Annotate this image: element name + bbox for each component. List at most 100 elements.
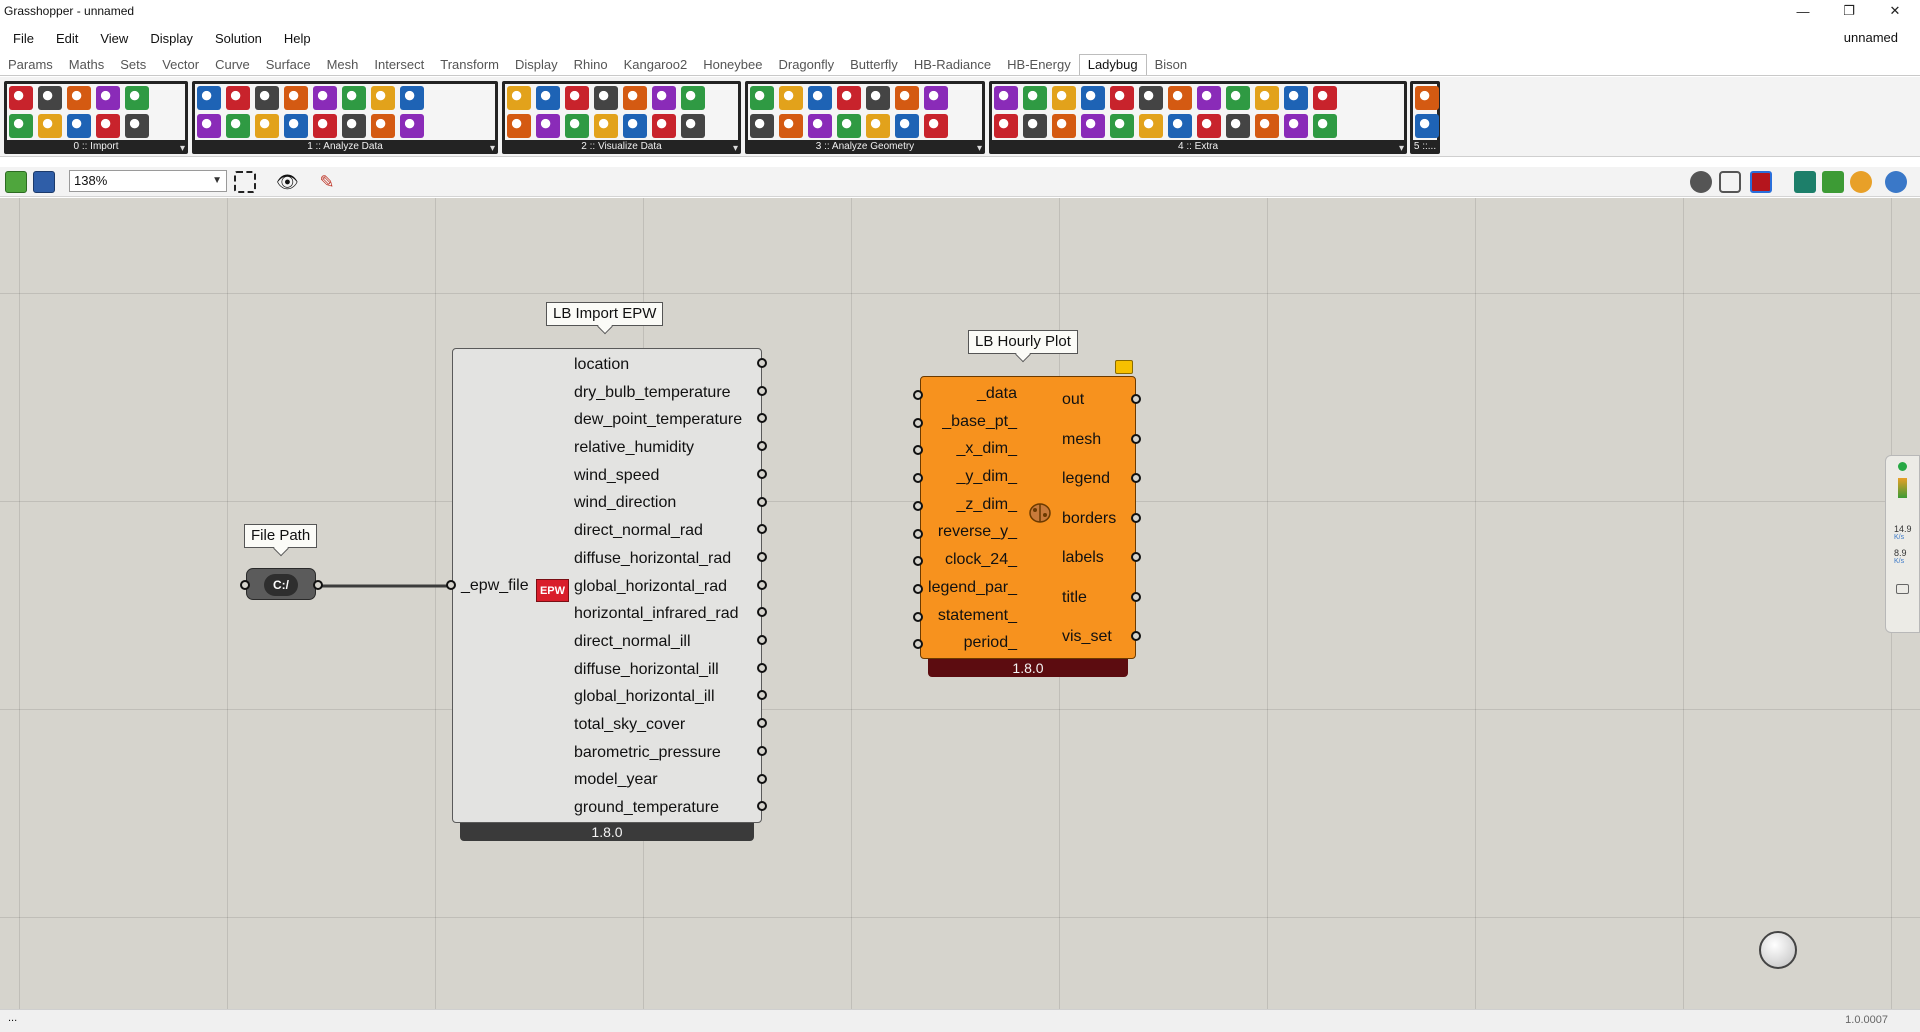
component-icon[interactable] (1081, 114, 1105, 138)
component-icon[interactable] (371, 86, 395, 110)
warning-icon[interactable] (1115, 360, 1133, 374)
camera-icon[interactable] (1896, 584, 1909, 594)
component-icon[interactable] (1226, 86, 1250, 110)
component-icon[interactable] (866, 114, 890, 138)
component-icon[interactable] (1139, 114, 1163, 138)
tab-dragonfly[interactable]: Dragonfly (770, 54, 842, 75)
component-icon[interactable] (837, 86, 861, 110)
menu-display[interactable]: Display (137, 31, 202, 46)
epw-input-grip[interactable] (446, 580, 456, 590)
component-icon[interactable] (1415, 114, 1439, 138)
tab-ladybug[interactable]: Ladybug (1078, 54, 1147, 75)
component-icon[interactable] (837, 114, 861, 138)
preview-shaded-icon[interactable] (1750, 171, 1772, 193)
component-icon[interactable] (197, 114, 221, 138)
component-icon[interactable] (681, 114, 705, 138)
tab-surface[interactable]: Surface (258, 54, 319, 75)
tab-honeybee[interactable]: Honeybee (695, 54, 770, 75)
plot-input-grip[interactable] (913, 528, 923, 539)
component-icon[interactable] (681, 86, 705, 110)
menu-view[interactable]: View (87, 31, 137, 46)
component-icon[interactable] (1139, 86, 1163, 110)
component-icon[interactable] (866, 86, 890, 110)
component-icon[interactable] (594, 86, 618, 110)
preview-material-icon[interactable] (1850, 171, 1872, 193)
epw-output-grip[interactable] (757, 635, 767, 645)
plot-output-grip[interactable] (1131, 552, 1141, 562)
tab-sets[interactable]: Sets (112, 54, 154, 75)
plot-input-grip[interactable] (913, 611, 923, 622)
tab-maths[interactable]: Maths (61, 54, 112, 75)
component-icon[interactable] (1168, 114, 1192, 138)
navigation-compass-icon[interactable] (1759, 931, 1797, 969)
component-icon[interactable] (67, 86, 91, 110)
component-icon[interactable] (1284, 86, 1308, 110)
plot-input-grip[interactable] (913, 390, 923, 400)
component-icon[interactable] (895, 114, 919, 138)
component-icon[interactable] (38, 86, 62, 110)
minimize-icon[interactable]: — (1780, 0, 1826, 22)
component-icon[interactable] (565, 114, 589, 138)
component-icon[interactable] (284, 114, 308, 138)
component-icon[interactable] (808, 114, 832, 138)
component-icon[interactable] (1197, 86, 1221, 110)
component-icon[interactable] (808, 86, 832, 110)
grasshopper-canvas[interactable]: File Path C:/ LB Import EPW _epw_file EP… (0, 198, 1920, 1009)
component-icon[interactable] (623, 114, 647, 138)
plot-output-grip[interactable] (1131, 631, 1141, 641)
component-icon[interactable] (1415, 86, 1439, 110)
plot-input-grip[interactable] (913, 583, 923, 594)
file-path-param[interactable]: C:/ (246, 568, 316, 600)
component-icon[interactable] (1255, 114, 1279, 138)
component-icon[interactable] (536, 86, 560, 110)
tab-params[interactable]: Params (0, 54, 61, 75)
plot-output-grip[interactable] (1131, 591, 1141, 602)
lb-import-epw-component[interactable]: _epw_file EPW location dry_bulb_temperatu… (452, 348, 762, 823)
component-icon[interactable] (536, 114, 560, 138)
preview-selected-icon[interactable] (1794, 171, 1816, 193)
component-icon[interactable] (924, 114, 948, 138)
component-icon[interactable] (565, 86, 589, 110)
component-icon[interactable] (750, 86, 774, 110)
open-file-icon[interactable] (5, 171, 27, 193)
epw-output-grip[interactable] (757, 773, 767, 784)
component-icon[interactable] (994, 114, 1018, 138)
component-icon[interactable] (652, 86, 676, 110)
menu-solution[interactable]: Solution (202, 31, 271, 46)
component-icon[interactable] (9, 86, 33, 110)
tab-hb-energy[interactable]: HB-Energy (999, 54, 1079, 75)
component-icon[interactable] (924, 86, 948, 110)
preview-off-icon[interactable] (1690, 171, 1712, 193)
component-icon[interactable] (1226, 114, 1250, 138)
epw-output-grip[interactable] (757, 358, 767, 368)
component-icon[interactable] (313, 114, 337, 138)
component-icon[interactable] (1313, 114, 1337, 138)
component-icon[interactable] (255, 114, 279, 138)
component-icon[interactable] (371, 114, 395, 138)
expand-group-icon[interactable]: ▾ (733, 143, 738, 154)
tab-display[interactable]: Display (507, 54, 566, 75)
component-icon[interactable] (313, 86, 337, 110)
lb-hourly-plot-component[interactable]: _data _base_pt_ _x_dim_ _y_dim_ _z_dim_ rever… (920, 376, 1136, 659)
tab-transform[interactable]: Transform (432, 54, 507, 75)
component-icon[interactable] (1081, 86, 1105, 110)
component-icon[interactable] (1023, 86, 1047, 110)
plot-output-grip[interactable] (1131, 394, 1141, 404)
component-icon[interactable] (96, 114, 120, 138)
tab-bison[interactable]: Bison (1147, 54, 1196, 75)
tab-butterfly[interactable]: Butterfly (842, 54, 906, 75)
epw-output-grip[interactable] (757, 385, 767, 396)
file-path-output-grip[interactable] (313, 580, 323, 590)
epw-output-grip[interactable] (757, 551, 767, 562)
tab-rhino[interactable]: Rhino (566, 54, 616, 75)
plot-output-grip[interactable] (1131, 512, 1141, 523)
preview-mesh-icon[interactable] (1822, 171, 1844, 193)
component-icon[interactable] (125, 86, 149, 110)
component-icon[interactable] (1052, 86, 1076, 110)
expand-group-icon[interactable]: ▾ (490, 143, 495, 154)
performance-widget[interactable]: 14.9 K/s 8.9 K/s (1885, 455, 1920, 633)
globe-icon[interactable] (1885, 171, 1907, 193)
menu-edit[interactable]: Edit (43, 31, 87, 46)
zoom-extents-icon[interactable] (234, 171, 256, 193)
plot-output-grip[interactable] (1131, 473, 1141, 483)
